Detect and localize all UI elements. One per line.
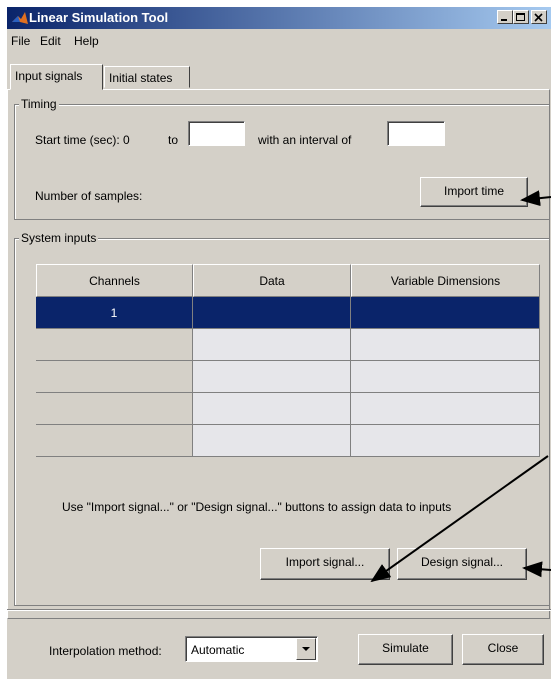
annotation-arrows <box>370 190 551 583</box>
tab-input-signals[interactable]: Input signals <box>10 64 103 90</box>
arrow-import-time <box>520 190 551 207</box>
arrow-import-signal <box>370 455 549 583</box>
tab-label: Input signals <box>15 69 83 83</box>
arrow-design-signal <box>522 561 551 578</box>
